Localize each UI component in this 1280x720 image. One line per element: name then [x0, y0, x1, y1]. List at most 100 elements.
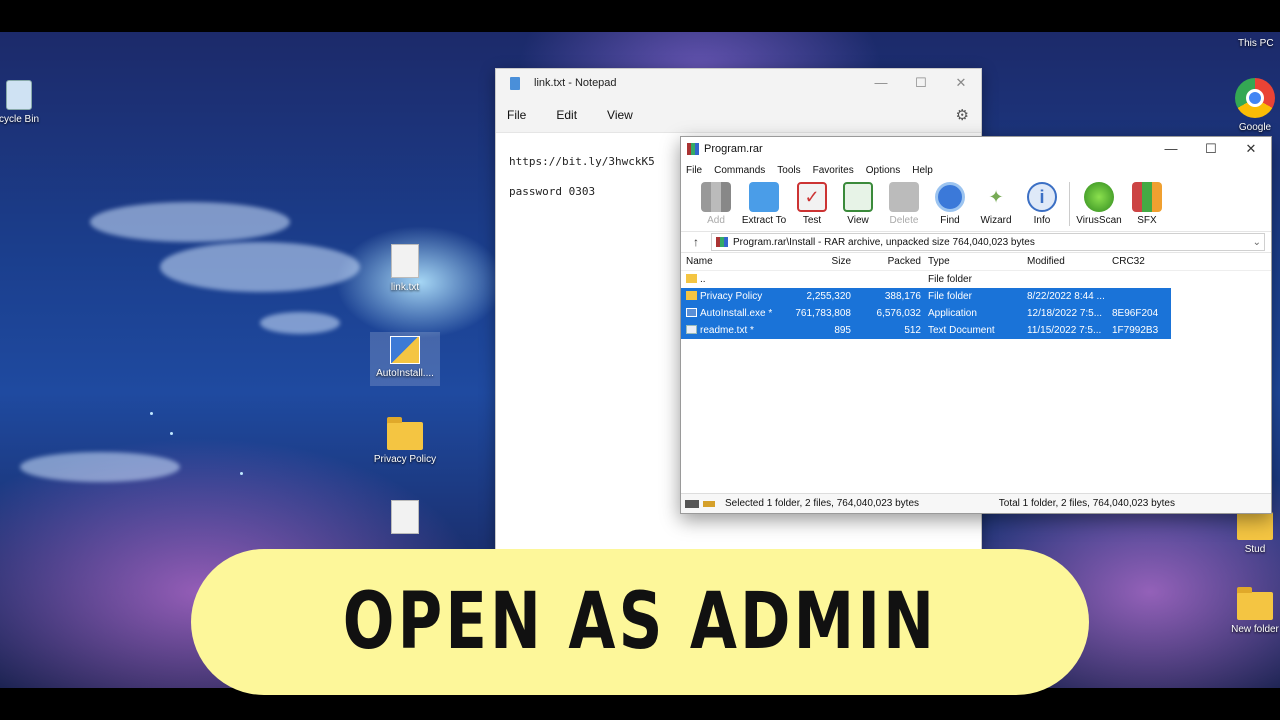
view-button[interactable]: View	[835, 182, 881, 226]
status-selected: Selected 1 folder, 2 files, 764,040,023 …	[725, 498, 920, 509]
folder-icon	[1237, 507, 1273, 540]
menu-tools[interactable]: Tools	[777, 165, 800, 176]
find-button[interactable]: Find	[927, 182, 973, 226]
winrar-icon	[687, 143, 699, 155]
cloud	[20, 452, 180, 482]
find-icon	[935, 182, 965, 212]
column-size[interactable]: Size	[785, 256, 851, 267]
sparkle	[240, 472, 243, 475]
privacy-policy-label: Privacy Policy	[373, 454, 437, 465]
privacy-policy-desktop-icon[interactable]: Privacy Policy	[370, 417, 440, 465]
autoinstall-desktop-icon[interactable]: AutoInstall....	[370, 332, 440, 386]
add-icon	[701, 182, 731, 212]
stud-desktop-icon[interactable]: Stud	[1220, 507, 1280, 555]
text-file-icon	[391, 244, 419, 278]
menu-help[interactable]: Help	[912, 165, 933, 176]
column-type[interactable]: Type	[921, 256, 1024, 267]
menu-favorites[interactable]: Favorites	[813, 165, 854, 176]
wizard-button[interactable]: ✦ Wizard	[973, 182, 1019, 227]
column-crc32[interactable]: CRC32	[1110, 256, 1170, 267]
this-pc-label[interactable]: This PC	[1238, 38, 1274, 49]
menu-file[interactable]: File	[507, 108, 526, 122]
virusscan-icon	[1084, 182, 1114, 212]
status-total: Total 1 folder, 2 files, 764,040,023 byt…	[998, 498, 1175, 509]
caption-banner: OPEN AS ADMIN	[191, 549, 1089, 695]
text-document-icon	[686, 325, 697, 334]
winrar-toolbar: Add Extract To ✓ Test View Delete Find ✦…	[681, 179, 1271, 231]
notepad-titlebar[interactable]: link.txt - Notepad — ☐ ✕	[496, 69, 981, 97]
menu-view[interactable]: View	[607, 108, 633, 122]
menu-options[interactable]: Options	[866, 165, 900, 176]
new-folder-desktop-icon[interactable]: New folder	[1220, 587, 1280, 635]
close-icon[interactable]: ✕	[1231, 141, 1271, 157]
virusscan-button[interactable]: VirusScan	[1074, 182, 1124, 226]
up-arrow-icon[interactable]: ↑	[681, 235, 711, 249]
table-row[interactable]: AutoInstall.exe * 761,783,808 6,576,032 …	[681, 305, 1171, 322]
column-modified[interactable]: Modified	[1024, 256, 1110, 267]
add-button[interactable]: Add	[693, 182, 739, 226]
table-row[interactable]: readme.txt * 895 512 Text Document 11/15…	[681, 322, 1171, 339]
key-icon	[703, 500, 715, 507]
maximize-icon[interactable]: ☐	[901, 75, 941, 91]
column-packed[interactable]: Packed	[851, 256, 921, 267]
stud-label: Stud	[1244, 544, 1266, 555]
new-folder-label: New folder	[1231, 624, 1279, 635]
chevron-down-icon[interactable]: ⌄	[1253, 237, 1261, 248]
winrar-menubar: File Commands Tools Favorites Options He…	[681, 161, 1271, 179]
table-row[interactable]: Privacy Policy 2,255,320 388,176 File fo…	[681, 288, 1171, 305]
file-list-header: Name Size Packed Type Modified CRC32	[681, 253, 1271, 271]
maximize-icon[interactable]: ☐	[1191, 141, 1231, 157]
google-label: Google	[1238, 122, 1272, 133]
column-name[interactable]: Name	[681, 256, 785, 267]
info-icon: i	[1027, 182, 1057, 212]
cloud	[260, 312, 340, 334]
sfx-button[interactable]: SFX	[1124, 182, 1170, 226]
menu-edit[interactable]: Edit	[556, 108, 577, 122]
info-button[interactable]: i Info	[1019, 182, 1065, 226]
folder-icon	[1237, 587, 1273, 620]
link-txt-desktop-icon[interactable]: link.txt	[370, 244, 440, 293]
cloud	[90, 202, 290, 242]
installer-icon	[390, 336, 420, 364]
archive-icon	[716, 237, 728, 247]
notepad-icon	[510, 76, 520, 90]
sfx-icon	[1132, 182, 1162, 212]
table-row[interactable]: .. File folder	[681, 271, 1271, 288]
chrome-icon	[1235, 78, 1275, 118]
autoinstall-label: AutoInstall....	[376, 368, 434, 379]
notepad-title: link.txt - Notepad	[534, 77, 617, 89]
application-icon	[686, 308, 697, 317]
google-chrome-icon[interactable]: Google	[1220, 78, 1280, 133]
folder-icon	[686, 291, 697, 300]
text-file-icon	[391, 500, 419, 534]
extract-icon	[749, 182, 779, 212]
winrar-window[interactable]: Program.rar — ☐ ✕ File Commands Tools Fa…	[680, 136, 1272, 514]
winrar-titlebar[interactable]: Program.rar — ☐ ✕	[681, 137, 1271, 161]
toolbar-separator	[1069, 182, 1070, 226]
menu-commands[interactable]: Commands	[714, 165, 765, 176]
delete-button[interactable]: Delete	[881, 182, 927, 226]
recycle-bin-glyph-icon	[6, 80, 32, 110]
drive-icon	[685, 499, 699, 508]
address-bar: ↑ Program.rar\Install - RAR archive, unp…	[681, 231, 1271, 253]
recycle-bin-label: cycle Bin	[0, 114, 39, 125]
minimize-icon[interactable]: —	[1151, 141, 1191, 157]
test-button[interactable]: ✓ Test	[789, 182, 835, 226]
status-bar: Selected 1 folder, 2 files, 764,040,023 …	[681, 493, 1271, 513]
folder-icon	[686, 274, 697, 283]
recycle-bin-icon[interactable]: cycle Bin	[0, 80, 54, 125]
readme-desktop-icon[interactable]	[370, 500, 440, 538]
notepad-menubar: File Edit View ⚙	[496, 97, 981, 133]
delete-icon	[889, 182, 919, 212]
link-txt-label: link.txt	[390, 282, 420, 293]
file-list[interactable]: Name Size Packed Type Modified CRC32 .. …	[681, 253, 1271, 484]
close-icon[interactable]: ✕	[941, 75, 981, 91]
extract-to-button[interactable]: Extract To	[739, 182, 789, 226]
minimize-icon[interactable]: —	[861, 75, 901, 91]
archive-path-field[interactable]: Program.rar\Install - RAR archive, unpac…	[711, 233, 1265, 251]
wizard-icon: ✦	[988, 186, 1004, 207]
caption-text: OPEN AS ADMIN	[342, 577, 938, 667]
sparkle	[170, 432, 173, 435]
menu-file[interactable]: File	[686, 165, 702, 176]
gear-icon[interactable]: ⚙	[956, 106, 969, 124]
